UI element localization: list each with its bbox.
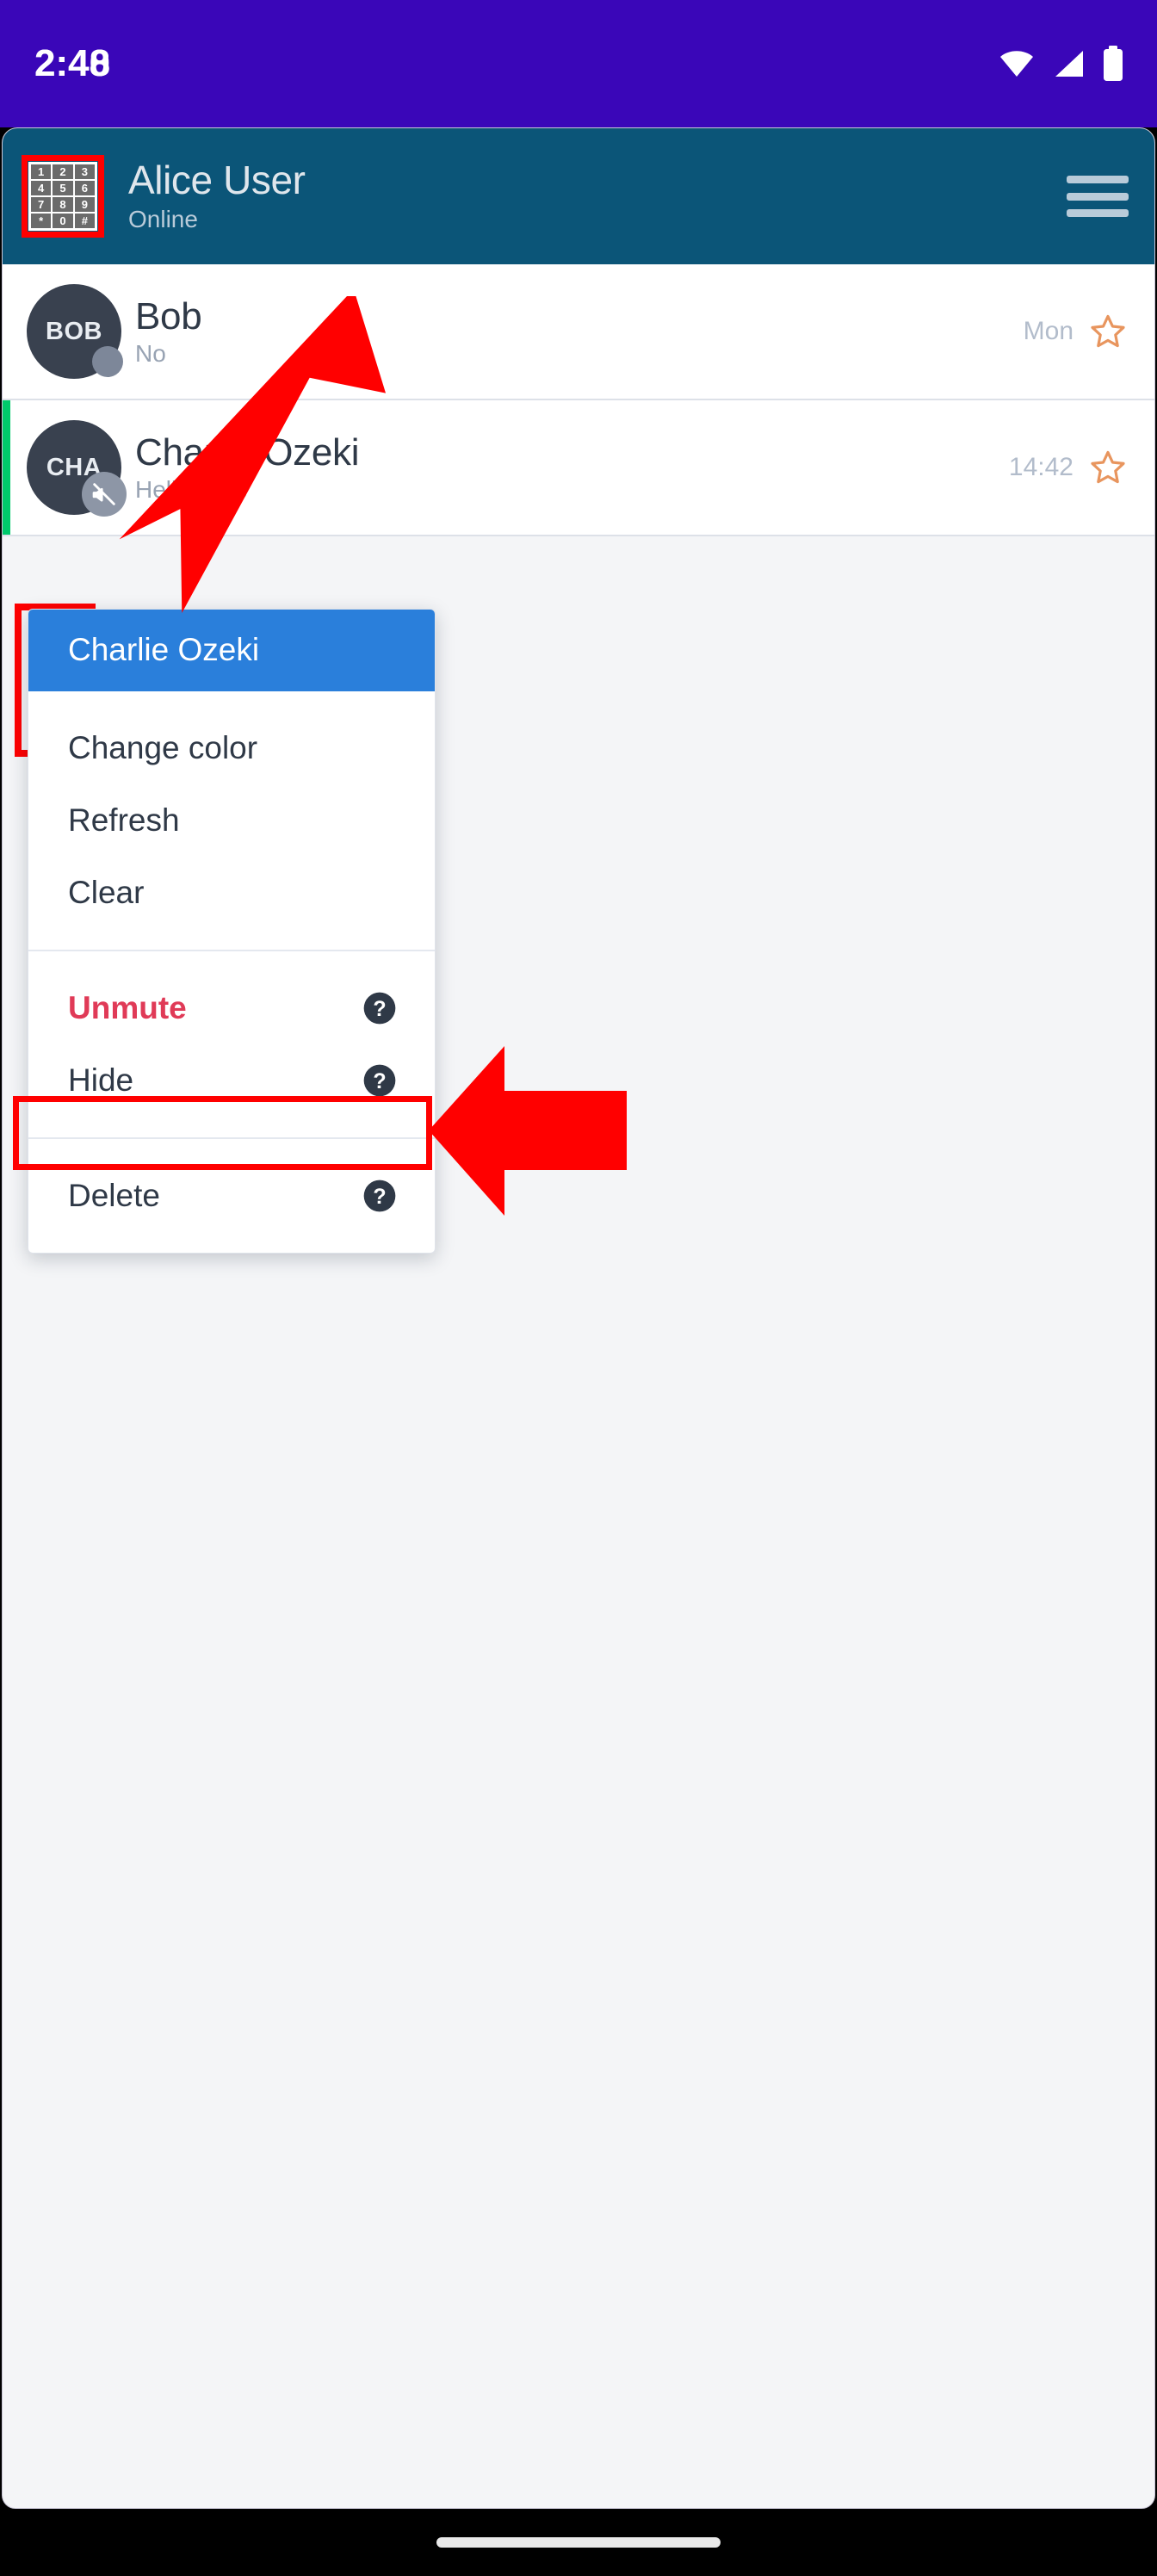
cellular-signal-icon xyxy=(1055,51,1083,77)
menu-item-label: Unmute xyxy=(68,989,187,1025)
list-item[interactable]: CHA Charlie Ozeki Hello Alice 14:42 xyxy=(3,400,1154,536)
volume-off-icon xyxy=(82,472,127,517)
app-window: 1 2 3 4 5 6 7 8 9 * 0 # Alice User Onlin… xyxy=(2,127,1155,2509)
dialpad-key: 5 xyxy=(53,181,73,195)
avatar[interactable]: BOB xyxy=(27,284,123,379)
status-bar-icons xyxy=(999,46,1124,82)
dialpad-key: 2 xyxy=(53,164,73,179)
phone-screen: 2:40 2:48 1 2 3 4 5 6 7 8 9 * 0 # Alice … xyxy=(0,0,1157,2576)
context-menu: Charlie Ozeki Change color Refresh Clear… xyxy=(28,609,436,1254)
menu-item-unmute[interactable]: Unmute ? xyxy=(28,971,435,1044)
contact-text-block: Charlie Ozeki Hello Alice xyxy=(135,431,1009,504)
question-mark-icon[interactable]: ? xyxy=(362,1063,397,1098)
dialpad-key: 3 xyxy=(74,164,95,179)
question-mark-icon[interactable]: ? xyxy=(362,991,397,1025)
contact-timestamp: Mon xyxy=(1023,317,1073,345)
status-bar-clock-ghost: 2:48 xyxy=(34,42,111,84)
presence-dot-offline xyxy=(92,346,123,377)
menu-item-clear[interactable]: Clear xyxy=(28,856,435,929)
menu-item-refresh[interactable]: Refresh xyxy=(28,783,435,857)
contact-list: BOB Bob No Mon CHA Charlie Ozeki Hello A… xyxy=(3,264,1154,536)
contact-text-block: Bob No xyxy=(135,295,1024,368)
contact-meta: 14:42 xyxy=(1009,447,1129,488)
context-menu-group: Delete ? xyxy=(28,1139,435,1253)
svg-text:?: ? xyxy=(373,997,386,1021)
context-menu-title: Charlie Ozeki xyxy=(28,610,435,691)
header-avatar[interactable]: 1 2 3 4 5 6 7 8 9 * 0 # xyxy=(22,155,104,238)
dialpad-key: 0 xyxy=(53,214,73,228)
star-outline-icon[interactable] xyxy=(1087,447,1129,488)
contact-timestamp: 14:42 xyxy=(1008,453,1073,481)
dialpad-key: 8 xyxy=(53,197,73,212)
menu-item-change-color[interactable]: Change color xyxy=(28,711,435,784)
user-presence-label: Online xyxy=(128,206,198,233)
row-accent-bar xyxy=(3,264,10,399)
dialpad-key: * xyxy=(31,214,52,228)
dialpad-icon: 1 2 3 4 5 6 7 8 9 * 0 # xyxy=(28,162,97,231)
app-header: 1 2 3 4 5 6 7 8 9 * 0 # Alice User Onlin… xyxy=(3,128,1154,264)
dialpad-key: 6 xyxy=(74,181,95,195)
context-menu-group: Unmute ? Hide ? xyxy=(28,951,435,1137)
list-item[interactable]: BOB Bob No Mon xyxy=(3,264,1154,400)
contact-name: Bob xyxy=(135,294,202,337)
dialpad-key: 7 xyxy=(31,197,52,212)
svg-text:?: ? xyxy=(373,1185,386,1209)
header-text-block: Alice User Online xyxy=(128,157,1067,233)
menu-item-hide[interactable]: Hide ? xyxy=(28,1043,435,1117)
row-accent-bar xyxy=(3,400,10,535)
page-title: Alice User xyxy=(128,157,306,202)
dialpad-key: 9 xyxy=(74,197,95,212)
question-mark-icon[interactable]: ? xyxy=(362,1179,397,1213)
dialpad-key: 1 xyxy=(31,164,52,179)
hamburger-bar xyxy=(1067,192,1129,201)
menu-item-label: Delete xyxy=(68,1177,160,1213)
hamburger-bar xyxy=(1067,209,1129,217)
context-menu-group: Change color Refresh Clear xyxy=(28,691,435,950)
hamburger-bar xyxy=(1067,176,1129,183)
contact-meta: Mon xyxy=(1024,311,1129,352)
contact-name: Charlie Ozeki xyxy=(135,430,360,474)
battery-icon xyxy=(1104,46,1123,81)
menu-item-label: Change color xyxy=(68,729,258,765)
hamburger-menu-icon[interactable] xyxy=(1067,172,1129,220)
svg-text:?: ? xyxy=(373,1069,386,1093)
menu-item-label: Clear xyxy=(68,874,145,910)
wifi-icon xyxy=(1000,51,1033,77)
arrow-to-unmute-icon xyxy=(429,1046,627,1216)
home-gesture-pill[interactable] xyxy=(436,2537,721,2548)
contact-preview: Hello Alice xyxy=(135,476,248,504)
menu-item-label: Refresh xyxy=(68,802,180,838)
status-bar-clock: 2:40 2:48 xyxy=(34,45,110,83)
contact-preview: No xyxy=(135,340,166,368)
dialpad-key: 4 xyxy=(31,181,52,195)
system-navigation-bar xyxy=(0,2509,1157,2576)
menu-item-delete[interactable]: Delete ? xyxy=(28,1159,435,1232)
status-bar: 2:40 2:48 xyxy=(0,0,1157,127)
dialpad-key: # xyxy=(74,214,95,228)
menu-item-label: Hide xyxy=(68,1062,134,1098)
star-outline-icon[interactable] xyxy=(1087,311,1129,352)
avatar[interactable]: CHA xyxy=(27,420,127,517)
